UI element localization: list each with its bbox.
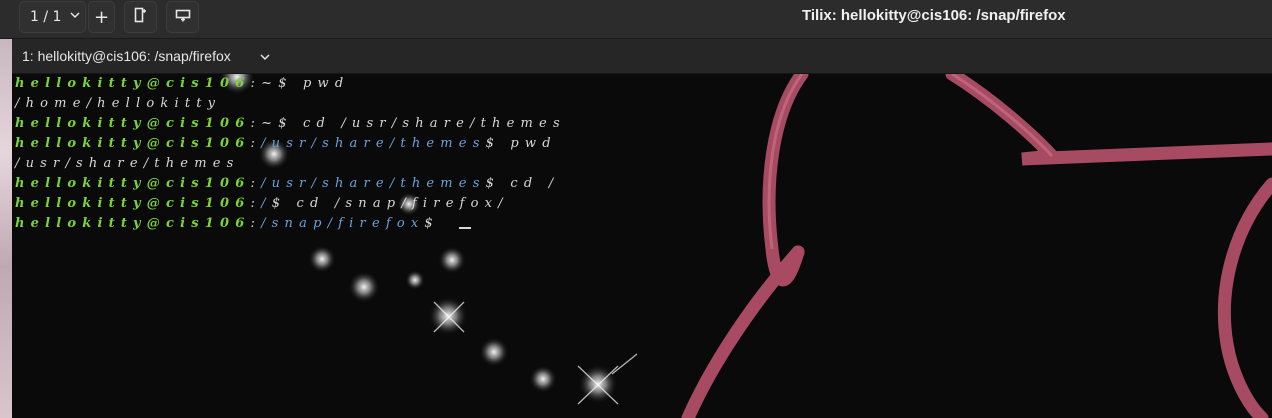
prompt-symbol: $ [278,76,303,91]
prompt-path: /snap/firefox [261,216,425,231]
prompt-user: hellokitty@cis106 [15,76,251,91]
terminal-output: hellokitty@cis106:~$ pwd/home/hellokitty… [15,74,566,234]
terminal-line: hellokitty@cis106:/usr/share/themes$ cd … [15,174,566,194]
session-selector-button[interactable]: 1 / 1 [19,1,86,33]
terminal-area[interactable]: hellokitty@cis106:~$ pwd/home/hellokitty… [12,74,1272,418]
add-session-button[interactable]: + [88,1,115,33]
prompt-path: / [261,196,272,211]
add-terminal-down-button[interactable] [166,1,199,33]
prompt-separator: : [250,136,262,151]
prompt-separator: : [250,196,262,211]
split-down-icon [175,8,191,27]
prompt-user: hellokitty@cis106 [15,216,251,231]
session-indicator: 1 / 1 [30,9,62,25]
command-text: pwd [303,76,350,91]
prompt-separator: : [250,116,262,131]
window-title: Tilix: hellokitty@cis106: /snap/firefox [802,7,1066,24]
chevron-down-icon[interactable] [258,49,272,63]
terminal-title-bar[interactable]: 1: hellokitty@cis106: /snap/firefox [12,39,1272,74]
command-text: cd / [510,176,560,191]
terminal-line: /usr/share/themes [15,154,566,174]
prompt-user: hellokitty@cis106 [15,136,251,151]
terminal-line: /home/hellokitty [15,94,566,114]
terminal-title: 1: hellokitty@cis106: /snap/firefox [22,48,231,64]
prompt-symbol: $ [485,176,511,191]
prompt-path: /usr/share/themes [261,176,486,191]
terminal-cursor [459,227,472,229]
command-text: cd /usr/share/themes [303,116,566,131]
prompt-symbol: $ [485,136,511,151]
split-right-icon [134,7,148,27]
command-text: pwd [510,136,557,151]
tilix-window: 1 / 1 + Tilix: hellokitty@cis106: /snap/… [0,0,1272,418]
command-output: /usr/share/themes [15,156,240,171]
terminal-line: hellokitty@cis106:~$ pwd [15,74,566,94]
prompt-separator: : [250,76,262,91]
command-text: cd /snap/firefox/ [296,196,509,211]
header-bar: 1 / 1 + Tilix: hellokitty@cis106: /snap/… [0,0,1272,39]
prompt-user: hellokitty@cis106 [15,176,251,191]
prompt-symbol: $ [271,196,297,211]
terminal-line: hellokitty@cis106:~$ cd /usr/share/theme… [15,114,566,134]
prompt-separator: : [250,176,262,191]
terminal-line: hellokitty@cis106:/usr/share/themes$ pwd [15,134,566,154]
terminal-line: hellokitty@cis106:/snap/firefox$ [15,214,566,234]
command-output: /home/hellokitty [15,96,222,111]
prompt-symbol: $ [278,116,303,131]
add-terminal-right-button[interactable] [124,1,157,33]
prompt-path: /usr/share/themes [261,136,486,151]
terminal-line: hellokitty@cis106:/$ cd /snap/firefox/ [15,194,566,214]
plus-icon: + [93,6,110,28]
chevron-down-icon [69,9,81,25]
prompt-user: hellokitty@cis106 [15,196,251,211]
prompt-path: ~ [261,76,279,91]
desktop-background-strip [0,39,12,418]
prompt-path: ~ [261,116,279,131]
prompt-symbol: $ [424,216,450,231]
prompt-separator: : [250,216,262,231]
prompt-user: hellokitty@cis106 [15,116,251,131]
